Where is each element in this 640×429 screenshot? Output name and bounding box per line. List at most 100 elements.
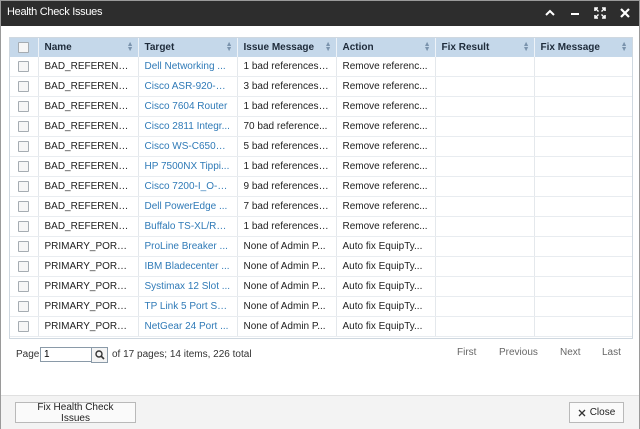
column-header-issue-message[interactable]: Issue Message ▲ ▼ (237, 38, 337, 57)
issues-grid: Name ▲ ▼ Target ▲ ▼ Issue Message ▲ ▼ Action ▲ ▼… (9, 37, 633, 339)
cell-target-link[interactable]: Cisco 7200-I_O-2... (138, 176, 238, 197)
table-row[interactable]: BAD_REFERENCE Dell PowerEdge ... 7 bad ref… (10, 196, 632, 217)
column-header-fix-message[interactable]: Fix Message ▲ ▼ (534, 38, 632, 57)
row-checkbox[interactable] (18, 320, 30, 332)
cell-action: Remove referenc... (336, 76, 436, 97)
cell-name: PRIMARY_PORT_... (38, 296, 139, 317)
column-header-name[interactable]: Name ▲ ▼ (38, 38, 139, 57)
minimize-icon[interactable] (567, 5, 583, 21)
row-checkbox-cell[interactable] (10, 57, 39, 77)
table-row[interactable]: BAD_REFERENCE Cisco ASR-920-24... 3 bad re… (10, 76, 632, 97)
cell-target-link[interactable]: ProLine Breaker ... (138, 236, 238, 257)
previous-page-link[interactable]: Previous (499, 347, 538, 358)
cell-fix-result (435, 96, 535, 117)
row-checkbox[interactable] (18, 120, 30, 132)
row-checkbox-cell[interactable] (10, 316, 39, 337)
cell-target-link[interactable]: Dell Networking ... (138, 57, 238, 77)
row-checkbox-cell[interactable] (10, 116, 39, 137)
column-header-fix-result[interactable]: Fix Result ▲ ▼ (435, 38, 535, 57)
row-checkbox-cell[interactable] (10, 276, 39, 297)
row-checkbox[interactable] (18, 200, 30, 212)
table-row[interactable]: BAD_REFERENCE Buffalo TS-XL/R5 ... 1 bad r… (10, 216, 632, 237)
table-row[interactable]: BAD_REFERENCE HP 7500NX Tippi... 1 bad ref… (10, 156, 632, 177)
cell-name: BAD_REFERENCE (38, 176, 139, 197)
cell-target-link[interactable]: IBM Bladecenter ... (138, 256, 238, 277)
cell-target-link[interactable]: TP Link 5 Port Sw... (138, 296, 238, 317)
cell-target-link[interactable]: Cisco 7604 Router (138, 96, 238, 117)
cell-target-link[interactable]: Cisco WS-C6503-... (138, 136, 238, 157)
first-page-link[interactable]: First (457, 347, 476, 358)
table-row[interactable]: PRIMARY_PORT_... IBM Bladecenter ... None … (10, 256, 632, 277)
cell-target-link[interactable]: Buffalo TS-XL/R5 ... (138, 216, 238, 237)
row-checkbox[interactable] (18, 240, 30, 252)
row-checkbox-cell[interactable] (10, 296, 39, 317)
close-button[interactable]: Close (569, 402, 624, 423)
row-checkbox-cell[interactable] (10, 156, 39, 177)
maximize-icon[interactable] (592, 5, 608, 21)
table-row[interactable]: PRIMARY_PORT_... ProLine Breaker ... None … (10, 236, 632, 257)
select-all-checkbox[interactable] (18, 41, 30, 53)
row-checkbox-cell[interactable] (10, 76, 39, 97)
cell-action: Remove referenc... (336, 176, 436, 197)
table-row[interactable]: PRIMARY_PORT_... NetGear 24 Port ... None … (10, 316, 632, 337)
table-row[interactable]: BAD_REFERENCE Cisco 7200-I_O-2... 9 bad re… (10, 176, 632, 197)
row-checkbox[interactable] (18, 160, 30, 172)
last-page-link[interactable]: Last (602, 347, 621, 358)
cell-name: PRIMARY_PORT_... (38, 276, 139, 297)
cell-fix-result (435, 76, 535, 97)
cell-name: BAD_REFERENCE (38, 76, 139, 97)
cell-fix-message (534, 57, 632, 77)
row-checkbox[interactable] (18, 280, 30, 292)
table-row[interactable]: PRIMARY_PORT_... TP Link 5 Port Sw... None… (10, 296, 632, 317)
cell-target-link[interactable]: NetGear 24 Port ... (138, 316, 238, 337)
row-checkbox[interactable] (18, 180, 30, 192)
column-header-action[interactable]: Action ▲ ▼ (336, 38, 436, 57)
row-checkbox[interactable] (18, 140, 30, 152)
row-checkbox-cell[interactable] (10, 196, 39, 217)
cell-issue-message: 1 bad references ... (237, 156, 337, 177)
page-number-input[interactable] (40, 347, 94, 362)
cell-issue-message: None of Admin P... (237, 316, 337, 337)
row-checkbox-cell[interactable] (10, 216, 39, 237)
cell-target-link[interactable]: HP 7500NX Tippi... (138, 156, 238, 177)
table-row[interactable]: BAD_REFERENCE Cisco 7604 Router 1 bad refe… (10, 96, 632, 117)
row-checkbox-cell[interactable] (10, 176, 39, 197)
row-checkbox-cell[interactable] (10, 96, 39, 117)
table-row[interactable]: BAD_REFERENCE Cisco 2811 Integr... 70 bad … (10, 116, 632, 137)
table-row[interactable]: PRIMARY_PORT_... Systimax 12 Slot ... None… (10, 276, 632, 297)
cell-fix-message (534, 96, 632, 117)
cell-name: PRIMARY_PORT_... (38, 256, 139, 277)
next-page-link[interactable]: Next (560, 347, 581, 358)
fix-health-check-issues-button[interactable]: Fix Health Check Issues (15, 402, 136, 424)
row-checkbox[interactable] (18, 220, 30, 232)
cell-issue-message: None of Admin P... (237, 236, 337, 257)
select-all-checkbox-cell[interactable] (10, 38, 39, 57)
page-label: Page (16, 349, 40, 360)
health-check-dialog: Health Check Issues Name ▲ ▼ Target ▲ ▼ … (0, 0, 640, 429)
cell-fix-message (534, 176, 632, 197)
cell-target-link[interactable]: Dell PowerEdge ... (138, 196, 238, 217)
row-checkbox[interactable] (18, 80, 30, 92)
row-checkbox[interactable] (18, 260, 30, 272)
cell-issue-message: 7 bad references ... (237, 196, 337, 217)
sort-icon: ▲ ▼ (423, 41, 431, 53)
cell-action: Remove referenc... (336, 116, 436, 137)
cell-fix-message (534, 136, 632, 157)
table-row[interactable]: BAD_REFERENCE Dell Networking ... 1 bad re… (10, 57, 632, 77)
row-checkbox-cell[interactable] (10, 236, 39, 257)
page-go-button[interactable] (91, 347, 108, 363)
cell-target-link[interactable]: Systimax 12 Slot ... (138, 276, 238, 297)
row-checkbox[interactable] (18, 60, 30, 72)
row-checkbox[interactable] (18, 300, 30, 312)
chevron-up-icon[interactable] (542, 5, 558, 21)
row-checkbox-cell[interactable] (10, 256, 39, 277)
close-icon[interactable] (617, 5, 633, 21)
cell-target-link[interactable]: Cisco 2811 Integr... (138, 116, 238, 137)
row-checkbox[interactable] (18, 100, 30, 112)
table-row[interactable]: BAD_REFERENCE Cisco WS-C6503-... 5 bad ref… (10, 136, 632, 157)
cell-issue-message: 1 bad references ... (237, 96, 337, 117)
cell-target-link[interactable]: Cisco ASR-920-24... (138, 76, 238, 97)
title-bar[interactable]: Health Check Issues (1, 1, 639, 26)
row-checkbox-cell[interactable] (10, 136, 39, 157)
column-header-target[interactable]: Target ▲ ▼ (138, 38, 238, 57)
